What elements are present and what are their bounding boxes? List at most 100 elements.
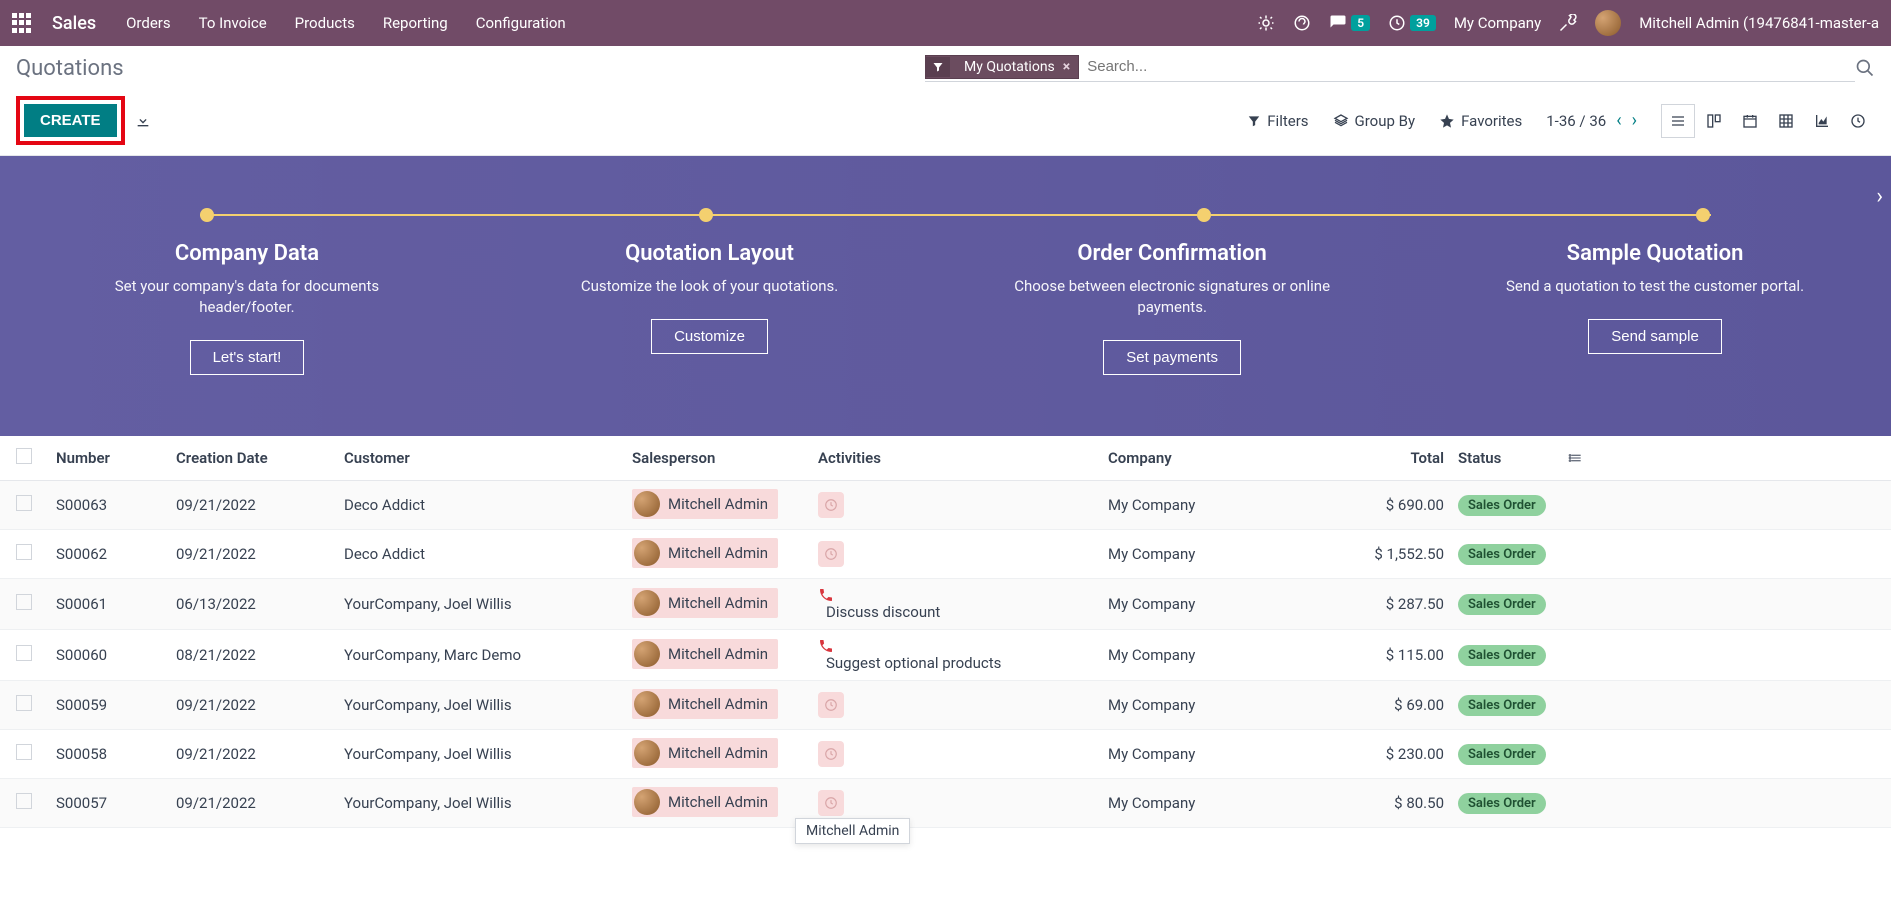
menu-products[interactable]: Products (295, 14, 355, 32)
filter-chip-remove[interactable]: × (1063, 59, 1070, 75)
table-row[interactable]: S0006106/13/2022YourCompany, Joel Willis… (0, 579, 1891, 630)
table-row[interactable]: S0006209/21/2022Deco AddictMitchell Admi… (0, 530, 1891, 579)
cell-activities: Suggest optional products (818, 638, 1108, 672)
user-avatar[interactable] (1595, 10, 1621, 36)
pager-next[interactable]: › (1632, 110, 1637, 131)
header-company[interactable]: Company (1108, 449, 1308, 467)
row-checkbox[interactable] (16, 594, 32, 610)
view-calendar-icon[interactable] (1733, 104, 1767, 138)
clock-icon[interactable] (818, 790, 844, 816)
cell-company: My Company (1108, 745, 1308, 763)
cell-total: $ 80.50 (1308, 794, 1458, 812)
pager: 1-36 / 36 ‹ › (1546, 110, 1637, 131)
banner-close-icon[interactable]: › (1876, 184, 1883, 209)
cell-date: 06/13/2022 (176, 595, 344, 613)
table-row[interactable]: S0005709/21/2022YourCompany, Joel Willis… (0, 779, 1891, 828)
row-checkbox[interactable] (16, 695, 32, 711)
menu-reporting[interactable]: Reporting (383, 14, 448, 32)
support-icon[interactable] (1293, 14, 1311, 32)
header-customer[interactable]: Customer (344, 449, 632, 467)
company-switcher[interactable]: My Company (1454, 14, 1541, 32)
groupby-button[interactable]: Group By (1333, 112, 1416, 130)
status-badge: Sales Order (1458, 695, 1546, 716)
clock-icon[interactable] (818, 741, 844, 767)
avatar (634, 641, 660, 667)
salesperson-chip[interactable]: Mitchell Admin (632, 738, 778, 768)
table-body: S0006309/21/2022Deco AddictMitchell Admi… (0, 481, 1891, 828)
clock-icon[interactable] (818, 692, 844, 718)
salesperson-chip[interactable]: Mitchell Admin (632, 489, 778, 519)
view-graph-icon[interactable] (1805, 104, 1839, 138)
table-row[interactable]: S0006008/21/2022YourCompany, Marc DemoMi… (0, 630, 1891, 681)
filter-chip[interactable]: My Quotations × (925, 55, 1079, 79)
salesperson-name: Mitchell Admin (668, 744, 768, 762)
header-salesperson[interactable]: Salesperson (632, 449, 818, 467)
row-checkbox[interactable] (16, 793, 32, 809)
pager-prev[interactable]: ‹ (1616, 110, 1621, 131)
row-checkbox[interactable] (16, 544, 32, 560)
step-button[interactable]: Customize (651, 319, 768, 354)
brand-title[interactable]: Sales (52, 13, 96, 34)
phone-icon[interactable] (818, 587, 1108, 603)
salesperson-chip[interactable]: Mitchell Admin (632, 787, 778, 817)
select-all-checkbox[interactable] (16, 448, 32, 464)
row-checkbox[interactable] (16, 645, 32, 661)
clock-icon[interactable] (818, 492, 844, 518)
menu-to-invoice[interactable]: To Invoice (199, 14, 267, 32)
view-list-icon[interactable] (1661, 104, 1695, 138)
clock-icon[interactable] (818, 541, 844, 567)
step-button[interactable]: Set payments (1103, 340, 1241, 375)
header-total[interactable]: Total (1308, 449, 1458, 467)
cell-number: S00057 (56, 794, 176, 812)
salesperson-chip[interactable]: Mitchell Admin (632, 588, 778, 618)
download-icon[interactable] (135, 113, 151, 129)
cell-total: $ 690.00 (1308, 496, 1458, 514)
view-activity-icon[interactable] (1841, 104, 1875, 138)
create-button[interactable]: CREATE (24, 104, 117, 137)
favorites-button[interactable]: Favorites (1439, 112, 1522, 130)
status-badge: Sales Order (1458, 544, 1546, 565)
cell-customer: YourCompany, Joel Willis (344, 794, 632, 812)
user-name[interactable]: Mitchell Admin (19476841-master-a (1639, 14, 1879, 32)
view-pivot-icon[interactable] (1769, 104, 1803, 138)
header-number[interactable]: Number (56, 449, 176, 467)
bug-icon[interactable] (1257, 14, 1275, 32)
header-activities[interactable]: Activities (818, 449, 1108, 467)
header-status[interactable]: Status (1458, 449, 1568, 467)
tools-icon[interactable] (1559, 14, 1577, 32)
salesperson-chip[interactable]: Mitchell Admin (632, 538, 778, 568)
control-panel: Quotations My Quotations × CREATE Fil (0, 46, 1891, 156)
row-checkbox[interactable] (16, 744, 32, 760)
avatar (634, 789, 660, 815)
menu-orders[interactable]: Orders (126, 14, 171, 32)
row-checkbox[interactable] (16, 495, 32, 511)
header-date[interactable]: Creation Date (176, 449, 344, 467)
apps-grid-icon[interactable] (12, 13, 32, 33)
search-icon[interactable] (1855, 58, 1875, 78)
groupby-label: Group By (1355, 112, 1416, 130)
cell-total: $ 69.00 (1308, 696, 1458, 714)
table-row[interactable]: S0006309/21/2022Deco AddictMitchell Admi… (0, 481, 1891, 530)
salesperson-chip[interactable]: Mitchell Admin (632, 689, 778, 719)
phone-icon[interactable] (818, 638, 1108, 654)
step-title: Order Confirmation (1012, 241, 1332, 266)
messages-icon[interactable]: 5 (1329, 14, 1370, 32)
activities-icon[interactable]: 39 (1388, 14, 1436, 32)
step-desc: Send a quotation to test the customer po… (1506, 276, 1804, 297)
table-row[interactable]: S0005909/21/2022YourCompany, Joel Willis… (0, 681, 1891, 730)
cell-total: $ 287.50 (1308, 595, 1458, 613)
avatar (634, 740, 660, 766)
view-kanban-icon[interactable] (1697, 104, 1731, 138)
cell-customer: YourCompany, Marc Demo (344, 646, 632, 664)
search-input[interactable] (1079, 54, 1855, 79)
filters-button[interactable]: Filters (1247, 112, 1308, 130)
menu-configuration[interactable]: Configuration (476, 14, 566, 32)
step-button[interactable]: Send sample (1588, 319, 1722, 354)
step-button[interactable]: Let's start! (190, 340, 305, 375)
main-menu: Orders To Invoice Products Reporting Con… (126, 14, 1237, 32)
optional-columns-icon[interactable] (1568, 450, 1608, 466)
pager-text[interactable]: 1-36 / 36 (1546, 112, 1606, 130)
salesperson-chip[interactable]: Mitchell Admin (632, 639, 778, 669)
table-row[interactable]: S0005809/21/2022YourCompany, Joel Willis… (0, 730, 1891, 779)
step-desc: Choose between electronic signatures or … (1012, 276, 1332, 318)
